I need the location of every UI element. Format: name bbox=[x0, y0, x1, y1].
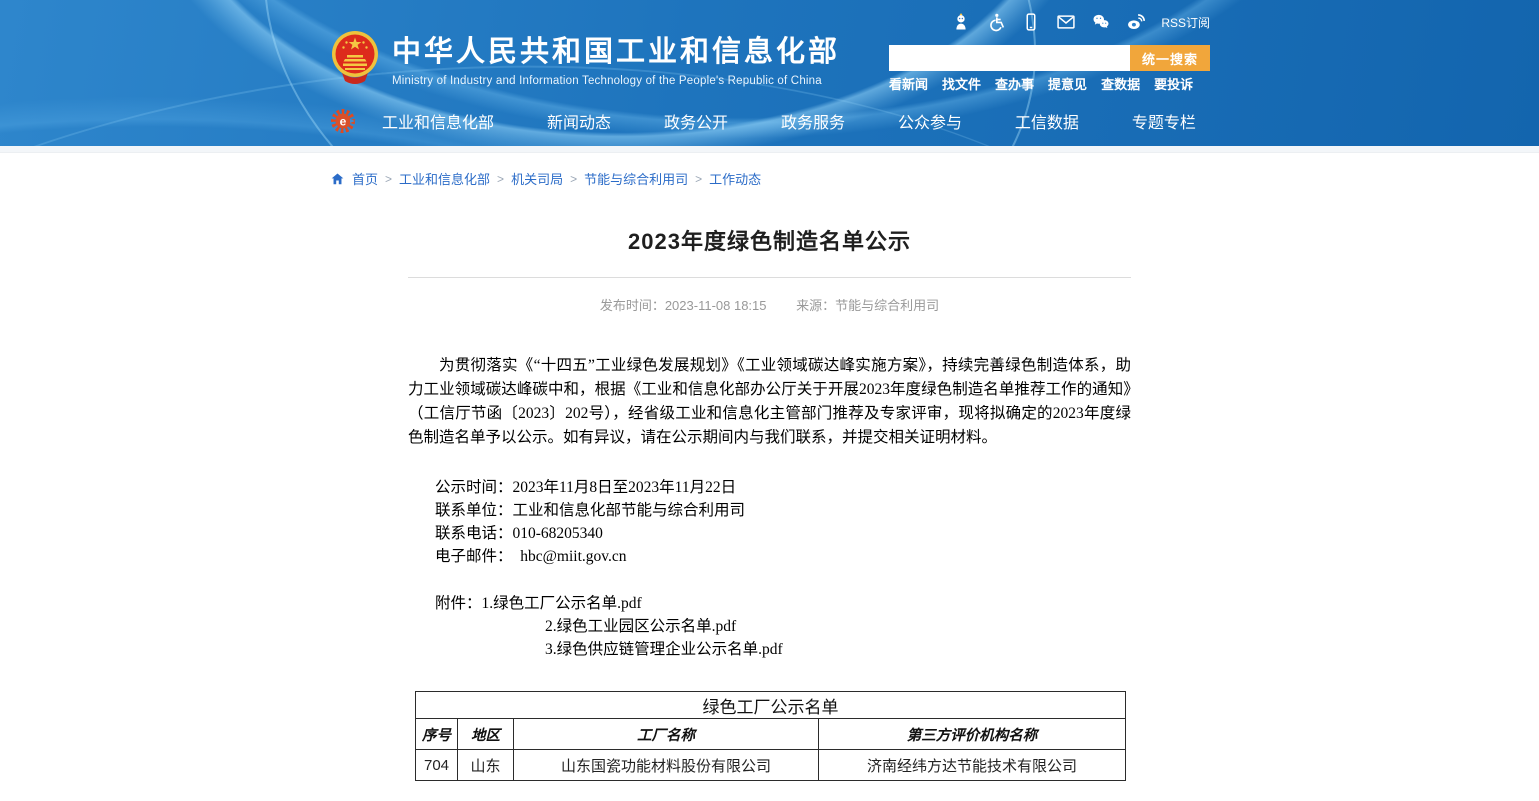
quick-link-complaints[interactable]: 要投诉 bbox=[1154, 74, 1193, 93]
col-header-index: 序号 bbox=[416, 719, 458, 750]
mascot-icon[interactable] bbox=[951, 12, 971, 32]
article-meta: 发布时间：2023-11-08 18:15 来源：节能与综合利用司 bbox=[408, 295, 1131, 314]
nav-items: 工业和信息化部 新闻动态 政务公开 政务服务 公众参与 工信数据 专题专栏 bbox=[382, 109, 1196, 133]
green-factory-table: 绿色工厂公示名单 序号 地区 工厂名称 第三方评价机构名称 704 山东 山东国… bbox=[415, 691, 1126, 781]
site-title: 中华人民共和国工业和信息化部 bbox=[392, 28, 840, 70]
contact-email-line: 电子邮件： hbc@miit.gov.cn bbox=[435, 545, 1131, 568]
publicity-period-line: 公示时间：2023年11月8日至2023年11月22日 bbox=[435, 476, 1131, 499]
attachments-label: 附件： bbox=[435, 595, 482, 612]
nav-item-special-topics[interactable]: 专题专栏 bbox=[1132, 109, 1196, 133]
search-bar: 统一搜索 bbox=[889, 45, 1210, 71]
attachments-block: 附件：1.绿色工厂公示名单.pdf 2.绿色工业园区公示名单.pdf 3.绿色供… bbox=[408, 592, 1131, 661]
mail-icon[interactable] bbox=[1056, 12, 1076, 32]
nav-item-gov-info[interactable]: 政务公开 bbox=[664, 109, 728, 133]
table-row: 704 山东 山东国瓷功能材料股份有限公司 济南经纬方达节能技术有限公司 bbox=[416, 750, 1126, 781]
national-emblem-icon bbox=[330, 29, 380, 87]
contact-info-block: 公示时间：2023年11月8日至2023年11月22日 联系单位：工业和信息化部… bbox=[408, 476, 1131, 568]
main-nav: e 工业和信息化部 新闻动态 政务公开 政务服务 公众参与 工信数据 专题专栏 bbox=[330, 104, 1210, 138]
breadcrumb-separator: > bbox=[497, 172, 504, 186]
quick-link-news[interactable]: 看新闻 bbox=[889, 74, 928, 93]
svg-text:e: e bbox=[340, 115, 347, 129]
article: 2023年度绿色制造名单公示 发布时间：2023-11-08 18:15 来源：… bbox=[408, 224, 1131, 781]
cell-factory-name: 山东国瓷功能材料股份有限公司 bbox=[514, 750, 819, 781]
article-source: 来源：节能与综合利用司 bbox=[796, 298, 939, 313]
quick-links: 看新闻 找文件 查办事 提意见 查数据 要投诉 bbox=[889, 74, 1193, 93]
cell-index: 704 bbox=[416, 750, 458, 781]
col-header-region: 地区 bbox=[458, 719, 514, 750]
breadcrumb-home[interactable]: 首页 bbox=[352, 169, 378, 188]
cell-third-party-agency: 济南经纬方达节能技术有限公司 bbox=[819, 750, 1126, 781]
attachment-link-green-industrial-park[interactable]: 2.绿色工业园区公示名单.pdf bbox=[545, 618, 736, 635]
site-header: RSS订阅 中华人民共和国工业和信息化部 Ministry of Industr… bbox=[0, 0, 1539, 146]
publish-time: 发布时间：2023-11-08 18:15 bbox=[600, 298, 767, 313]
nav-item-gov-services[interactable]: 政务服务 bbox=[781, 109, 845, 133]
rss-subscribe-link[interactable]: RSS订阅 bbox=[1161, 14, 1210, 31]
article-paragraph: 为贯彻落实《“十四五”工业绿色发展规划》《工业领域碳达峰实施方案》，持续完善绿色… bbox=[408, 354, 1131, 450]
header-divider bbox=[0, 146, 1539, 153]
table-title: 绿色工厂公示名单 bbox=[416, 692, 1126, 719]
nav-item-miit[interactable]: 工业和信息化部 bbox=[382, 109, 494, 133]
nav-item-public-participation[interactable]: 公众参与 bbox=[898, 109, 962, 133]
site-subtitle: Ministry of Industry and Information Tec… bbox=[392, 75, 840, 87]
attachment-link-green-supply-chain[interactable]: 3.绿色供应链管理企业公示名单.pdf bbox=[545, 641, 783, 658]
topbar: RSS订阅 bbox=[951, 12, 1210, 32]
article-title: 2023年度绿色制造名单公示 bbox=[408, 224, 1131, 256]
quick-link-data[interactable]: 查数据 bbox=[1101, 74, 1140, 93]
table-header-row: 序号 地区 工厂名称 第三方评价机构名称 bbox=[416, 719, 1126, 750]
nav-item-industry-data[interactable]: 工信数据 bbox=[1015, 109, 1079, 133]
breadcrumb-separator: > bbox=[695, 172, 702, 186]
mobile-icon[interactable] bbox=[1021, 12, 1041, 32]
nav-item-news[interactable]: 新闻动态 bbox=[547, 109, 611, 133]
col-header-third-party-agency: 第三方评价机构名称 bbox=[819, 719, 1126, 750]
attachment-link-green-factory[interactable]: 1.绿色工厂公示名单.pdf bbox=[482, 595, 642, 612]
col-header-factory-name: 工厂名称 bbox=[514, 719, 819, 750]
contact-phone-line: 联系电话：010-68205340 bbox=[435, 522, 1131, 545]
breadcrumb-work-updates[interactable]: 工作动态 bbox=[709, 169, 761, 188]
contact-unit-line: 联系单位：工业和信息化部节能与综合利用司 bbox=[435, 499, 1131, 522]
breadcrumb-departments[interactable]: 机关司局 bbox=[511, 169, 563, 188]
home-icon[interactable] bbox=[330, 172, 345, 186]
breadcrumb-energy-conservation-dept[interactable]: 节能与综合利用司 bbox=[584, 169, 688, 188]
cell-region: 山东 bbox=[458, 750, 514, 781]
title-divider bbox=[408, 277, 1131, 278]
accessibility-icon[interactable] bbox=[986, 12, 1006, 32]
quick-link-feedback[interactable]: 提意见 bbox=[1048, 74, 1087, 93]
search-button[interactable]: 统一搜索 bbox=[1130, 45, 1210, 71]
article-body: 为贯彻落实《“十四五”工业绿色发展规划》《工业领域碳达峰实施方案》，持续完善绿色… bbox=[408, 354, 1131, 781]
wechat-icon[interactable] bbox=[1091, 12, 1111, 32]
site-logo[interactable]: 中华人民共和国工业和信息化部 Ministry of Industry and … bbox=[330, 28, 840, 87]
search-input[interactable] bbox=[889, 45, 1130, 71]
miit-e-gear-icon: e bbox=[330, 108, 356, 134]
quick-link-services[interactable]: 查办事 bbox=[995, 74, 1034, 93]
breadcrumb-separator: > bbox=[570, 172, 577, 186]
breadcrumb-miit[interactable]: 工业和信息化部 bbox=[399, 169, 490, 188]
breadcrumb-separator: > bbox=[385, 172, 392, 186]
quick-link-documents[interactable]: 找文件 bbox=[942, 74, 981, 93]
weibo-icon[interactable] bbox=[1126, 12, 1146, 32]
breadcrumb: 首页 > 工业和信息化部 > 机关司局 > 节能与综合利用司 > 工作动态 bbox=[330, 169, 1539, 188]
